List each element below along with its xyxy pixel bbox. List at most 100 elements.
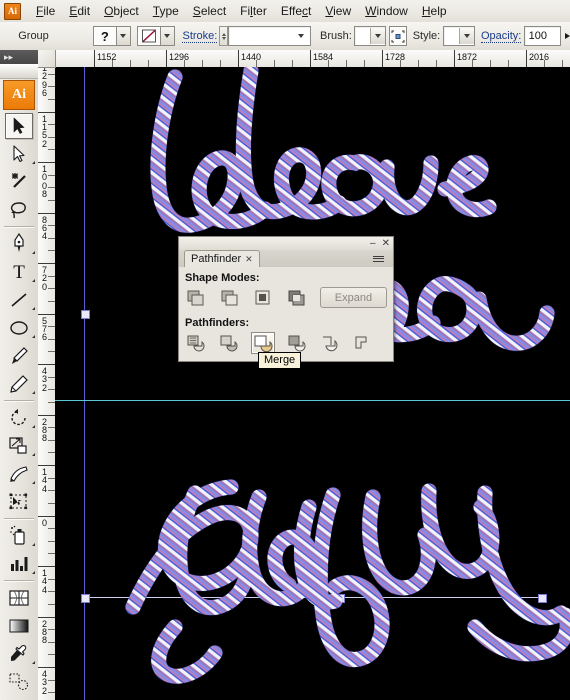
- bar-chart-icon: [11, 557, 28, 571]
- panel-titlebar[interactable]: – ✕: [179, 237, 393, 250]
- pf-exclude-overlapping-shape-areas[interactable]: [286, 288, 308, 308]
- tool-more-indicator: [32, 571, 35, 574]
- horizontal-ruler[interactable]: 1152129614401584172818722016216023042448: [38, 50, 570, 68]
- chevron-right-icon[interactable]: [565, 33, 570, 39]
- stroke-label[interactable]: Stroke:: [182, 30, 218, 43]
- pf-divide[interactable]: [185, 333, 207, 353]
- pathfinder-panel[interactable]: – ✕ Pathfinder ✕ Shape Modes: Expand Pat…: [178, 236, 394, 362]
- transform-handles-button[interactable]: [389, 26, 407, 46]
- stroke-swatch-none[interactable]: [136, 26, 161, 46]
- menu-select[interactable]: Select: [186, 2, 233, 20]
- opacity-label[interactable]: Opacity:: [480, 30, 522, 43]
- tool-pen[interactable]: [0, 230, 38, 258]
- tool-ellipse[interactable]: [0, 314, 38, 342]
- scale-icon: [9, 437, 27, 454]
- pf-add-to-shape-area[interactable]: [185, 288, 207, 308]
- toolbox-panel: ▸▸ Ai T: [0, 50, 39, 700]
- ruler-tick-minor: [48, 654, 55, 656]
- pf-merge[interactable]: [251, 332, 275, 354]
- tool-scale[interactable]: [0, 432, 38, 460]
- tool-column-graph[interactable]: [0, 550, 38, 578]
- ruler-tick-minor: [48, 427, 55, 429]
- pf-trim[interactable]: [218, 333, 240, 353]
- brush-combo[interactable]: [354, 26, 387, 46]
- close-icon[interactable]: ✕: [382, 238, 390, 249]
- tool-pencil[interactable]: [0, 370, 38, 398]
- brush-label: Brush:: [320, 30, 352, 42]
- fill-dropdown-arrow[interactable]: [116, 26, 131, 46]
- tab-close-icon[interactable]: ✕: [245, 254, 253, 265]
- stroke-swatch-group[interactable]: [136, 26, 175, 46]
- toolbox-collapse-button[interactable]: ▸▸: [0, 50, 38, 64]
- pf-outline[interactable]: [319, 333, 341, 353]
- stroke-dropdown-arrow[interactable]: [160, 26, 175, 46]
- ruler-tick-major: [38, 162, 55, 163]
- tool-live-paint-bucket[interactable]: [0, 696, 38, 700]
- pf-crop[interactable]: [286, 333, 308, 353]
- ruler-tick-minor: [48, 490, 55, 492]
- tool-lasso[interactable]: [0, 196, 38, 224]
- opacity-input[interactable]: 100: [523, 26, 561, 46]
- chevron-down-icon: [120, 34, 127, 38]
- ruler-tick-minor: [48, 300, 55, 302]
- tool-gradient[interactable]: [0, 612, 38, 640]
- ruler-tick-minor: [48, 477, 55, 479]
- bounding-box-icon: [391, 30, 405, 42]
- brush-dropdown-arrow[interactable]: [370, 28, 386, 44]
- ruler-tick-major: [38, 616, 55, 618]
- ruler-label: 1584: [313, 52, 334, 62]
- stroke-weight-combo[interactable]: [228, 26, 311, 46]
- tool-mesh[interactable]: [0, 584, 38, 612]
- ruler-tick-minor: [48, 502, 55, 504]
- tool-symbol-sprayer[interactable]: [0, 522, 38, 550]
- pathfinders-label: Pathfinders:: [185, 317, 250, 329]
- pf-intersect-shape-areas[interactable]: [252, 288, 274, 308]
- tool-selection[interactable]: [0, 112, 38, 140]
- menu-view[interactable]: View: [318, 2, 358, 20]
- artboard-canvas[interactable]: [55, 67, 570, 700]
- ruler-label: 864: [41, 214, 47, 242]
- tool-type[interactable]: T: [0, 258, 38, 286]
- stroke-weight-spinner[interactable]: [218, 26, 229, 46]
- ruler-tick-minor: [48, 98, 55, 100]
- expand-button[interactable]: Expand: [319, 287, 388, 308]
- pf-subtract-from-shape-area[interactable]: [219, 288, 241, 308]
- tool-warp[interactable]: [0, 460, 38, 488]
- tool-line-segment[interactable]: [0, 286, 38, 314]
- rope-lettering-artwork[interactable]: [55, 67, 570, 700]
- tool-direct-selection[interactable]: [0, 140, 38, 168]
- tool-free-transform[interactable]: [0, 488, 38, 516]
- tool-magic-wand[interactable]: [0, 168, 38, 196]
- ruler-tick-minor: [48, 225, 55, 227]
- fill-unknown-label: ?: [100, 28, 109, 44]
- panel-menu-icon[interactable]: [373, 252, 389, 265]
- tab-pathfinder[interactable]: Pathfinder ✕: [184, 250, 260, 267]
- ruler-origin-corner[interactable]: [38, 50, 56, 68]
- tool-eyedropper[interactable]: [0, 640, 38, 668]
- menu-filter[interactable]: Filter: [233, 2, 274, 20]
- style-dropdown-arrow[interactable]: [458, 28, 474, 44]
- menu-type[interactable]: Type: [146, 2, 186, 20]
- style-combo[interactable]: [442, 26, 475, 46]
- ruler-tick-minor: [48, 439, 55, 441]
- menu-window[interactable]: Window: [358, 2, 415, 20]
- menu-object[interactable]: Object: [97, 2, 146, 20]
- tool-paintbrush[interactable]: [0, 342, 38, 370]
- menu-file[interactable]: File: [29, 2, 62, 20]
- ruler-label: 2016: [529, 52, 550, 62]
- pf-minus-back[interactable]: [352, 333, 374, 353]
- fill-swatch-group[interactable]: ?: [92, 26, 131, 46]
- ruler-tick-minor: [48, 237, 55, 239]
- vertical-ruler[interactable]: 1296 1152 1008 864 720 576 432 288 144 0 144 288 432…: [38, 67, 56, 700]
- menu-effect[interactable]: Effect: [274, 2, 318, 20]
- toolbox-titlebar[interactable]: [0, 64, 38, 79]
- fill-swatch[interactable]: ?: [92, 26, 117, 46]
- minimize-icon[interactable]: –: [370, 238, 376, 249]
- menu-help[interactable]: Help: [415, 2, 454, 20]
- wand-icon: [11, 173, 26, 188]
- tool-rotate[interactable]: [0, 404, 38, 432]
- tool-blend[interactable]: [0, 668, 38, 696]
- free-transform-icon: [9, 493, 28, 510]
- chevron-down-icon[interactable]: [297, 34, 304, 38]
- menu-edit[interactable]: Edit: [62, 2, 97, 20]
